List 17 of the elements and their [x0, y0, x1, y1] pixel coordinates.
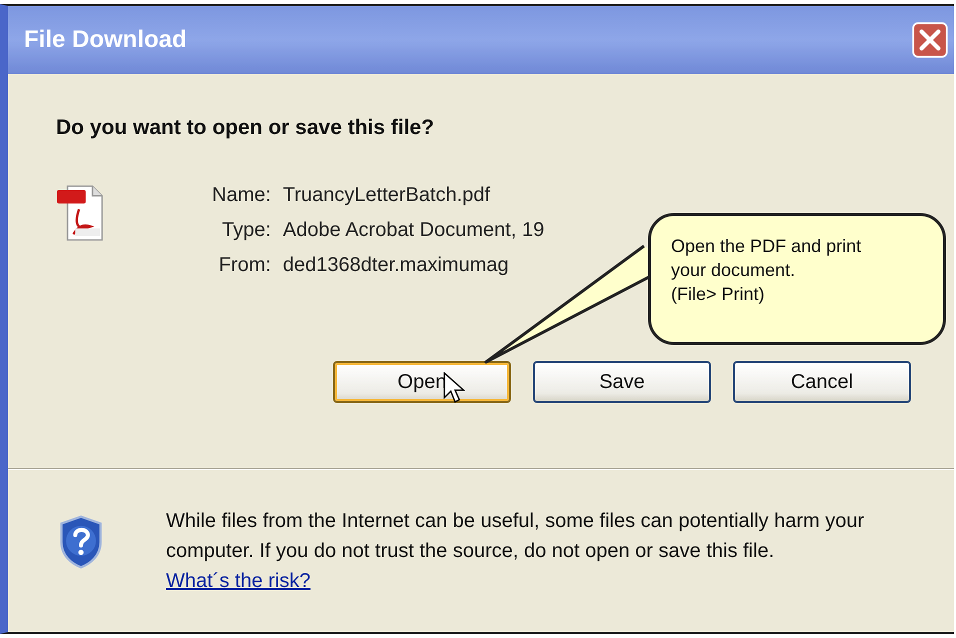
- dialog-button[interactable]: Save: [533, 361, 711, 403]
- shield-question-icon: [58, 514, 104, 570]
- dialog-button[interactable]: Cancel: [733, 361, 911, 403]
- warning-text: While files from the Internet can be useful, some files can potentially harm your computer. If you do not trust the source, do not open or save this file. What´s the risk?: [166, 509, 866, 594]
- field-label: Type:: [220, 219, 271, 242]
- risk-link[interactable]: What´s the risk?: [166, 570, 310, 592]
- field-value: ded1368dter.maximumag: [282, 254, 510, 277]
- callout-text: (File> Print): [671, 283, 766, 306]
- callout-text: Open the PDF and print your document.: [671, 235, 862, 282]
- dialog-heading: Do you want to open or save this file?: [56, 116, 436, 140]
- field-value: TruancyLetterBatch.pdf: [282, 184, 492, 207]
- field-value: Adobe Acrobat Document, 19: [282, 219, 544, 242]
- close-icon[interactable]: [912, 22, 948, 58]
- field-label: Name:: [212, 184, 271, 207]
- field-label: From:: [218, 254, 271, 277]
- mouse-pointer-icon: [443, 372, 465, 404]
- window-title: File Download: [24, 26, 187, 54]
